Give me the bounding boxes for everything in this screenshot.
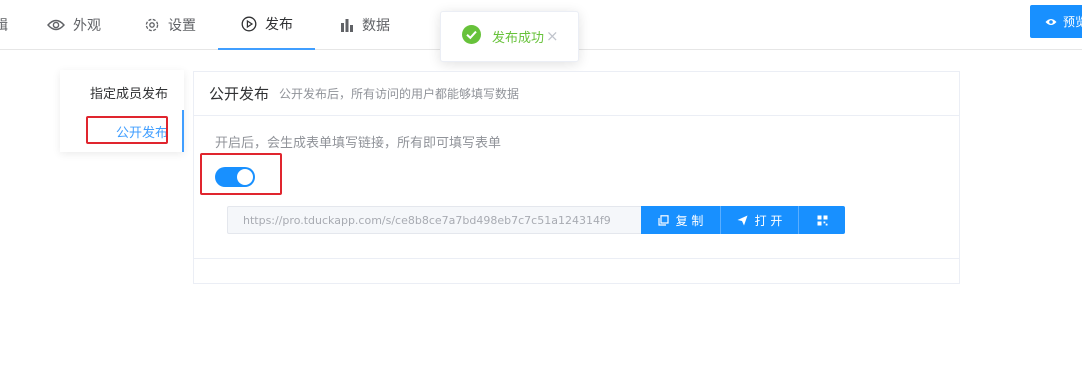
gear-icon: [144, 17, 160, 33]
side-item-member-publish[interactable]: 指定成员发布: [90, 83, 168, 102]
copy-button[interactable]: 复 制: [641, 206, 720, 234]
card-title: 公开发布: [209, 85, 270, 103]
open-label: 打 开: [754, 213, 783, 228]
open-button[interactable]: 打 开: [720, 206, 798, 234]
tab-label: 发布: [265, 17, 293, 33]
qrcode-icon: [817, 215, 827, 225]
tab-appearance[interactable]: 外观: [47, 0, 101, 49]
preview-button[interactable]: 预览: [1030, 5, 1082, 38]
bar-chart-icon: [340, 18, 354, 32]
tab-edit-partial[interactable]: 辑: [0, 15, 8, 35]
highlight-box-public-publish: [86, 116, 168, 144]
highlight-box-switch: [200, 153, 282, 195]
card-header: 公开发布 公开发布后，所有访问的用户都能够填写数据: [194, 72, 959, 116]
tab-settings[interactable]: 设置: [144, 0, 196, 49]
eye-icon: [1045, 18, 1057, 25]
tab-label: 数据: [362, 17, 390, 34]
copy-icon: [657, 214, 669, 226]
check-circle-icon: [462, 25, 481, 48]
play-circle-icon: [241, 16, 257, 32]
public-publish-card: 公开发布 公开发布后，所有访问的用户都能够填写数据 开启后，会生成表单填写链接，…: [193, 71, 960, 284]
card-subtitle: 公开发布后，所有访问的用户都能够填写数据: [279, 87, 520, 101]
preview-label: 预览: [1063, 15, 1082, 29]
send-icon: [737, 215, 748, 225]
eye-icon: [47, 18, 65, 32]
tab-label: 设置: [168, 17, 196, 34]
tab-publish[interactable]: 发布: [218, 0, 315, 50]
card-divider: [194, 258, 959, 259]
toast-message: 发布成功: [492, 31, 545, 46]
active-indicator: [182, 110, 184, 152]
qrcode-button[interactable]: [798, 206, 845, 234]
tab-label: 外观: [73, 17, 101, 34]
tab-data[interactable]: 数据: [340, 0, 390, 49]
toast-close-button[interactable]: ×: [546, 29, 559, 44]
switch-hint: 开启后，会生成表单填写链接，所有即可填写表单: [215, 136, 502, 151]
form-link-input[interactable]: https://pro.tduckapp.com/s/ce8b8ce7a7bd4…: [227, 206, 641, 234]
link-row: https://pro.tduckapp.com/s/ce8b8ce7a7bd4…: [227, 206, 845, 234]
copy-label: 复 制: [675, 213, 704, 228]
success-toast: 发布成功 ×: [440, 11, 579, 62]
